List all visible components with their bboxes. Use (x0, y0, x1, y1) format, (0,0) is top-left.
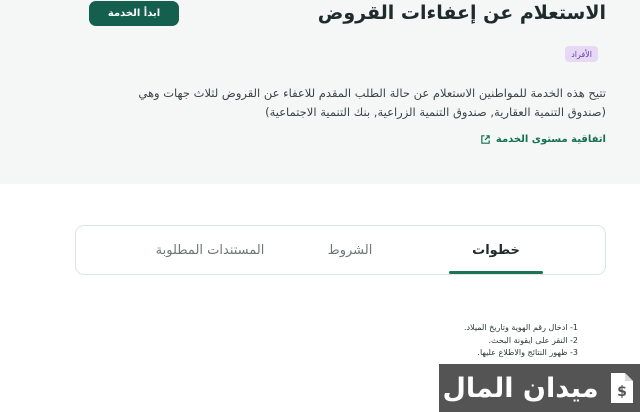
start-service-button[interactable]: ابدأ الخدمة (89, 1, 179, 26)
service-tabs: خطوات الشروط المستندات المطلوبة (75, 225, 606, 275)
step-item: 1- ادخال رقم الهوية وتاريخ الميلاد. (463, 323, 578, 332)
description-line-2: (صندوق التنمية العقارية, صندوق التنمية ا… (265, 105, 606, 119)
description-line-1: تتيح هذه الخدمة للمواطنين الاستعلام عن ح… (138, 86, 606, 100)
service-description: تتيح هذه الخدمة للمواطنين الاستعلام عن ح… (36, 84, 606, 122)
site-watermark: $ ميدان المال (439, 364, 640, 412)
steps-list: 1- ادخال رقم الهوية وتاريخ الميلاد. 2- ا… (464, 322, 578, 360)
step-item: 2- النقر على ايقونة البحث. (488, 335, 578, 345)
tab-conditions[interactable]: الشروط (305, 226, 395, 274)
step-item: 3- ظهور النتائج والاطلاع عليها. (477, 348, 578, 357)
svg-text:$: $ (617, 384, 627, 400)
page-title: الاستعلام عن إعفاءات القروض (317, 2, 606, 24)
money-logo-icon: $ (607, 369, 637, 407)
external-link-icon (480, 134, 491, 145)
tab-steps[interactable]: خطوات (449, 226, 543, 274)
service-level-agreement-link[interactable]: اتفاقية مستوى الخدمة (480, 134, 606, 145)
audience-badge: الأفراد (565, 46, 598, 62)
sla-link-label: اتفاقية مستوى الخدمة (495, 134, 606, 145)
service-header: الاستعلام عن إعفاءات القروض ابدأ الخدمة … (0, 0, 640, 184)
watermark-text: ميدان المال (442, 372, 599, 404)
tab-required-documents[interactable]: المستندات المطلوبة (145, 226, 275, 274)
